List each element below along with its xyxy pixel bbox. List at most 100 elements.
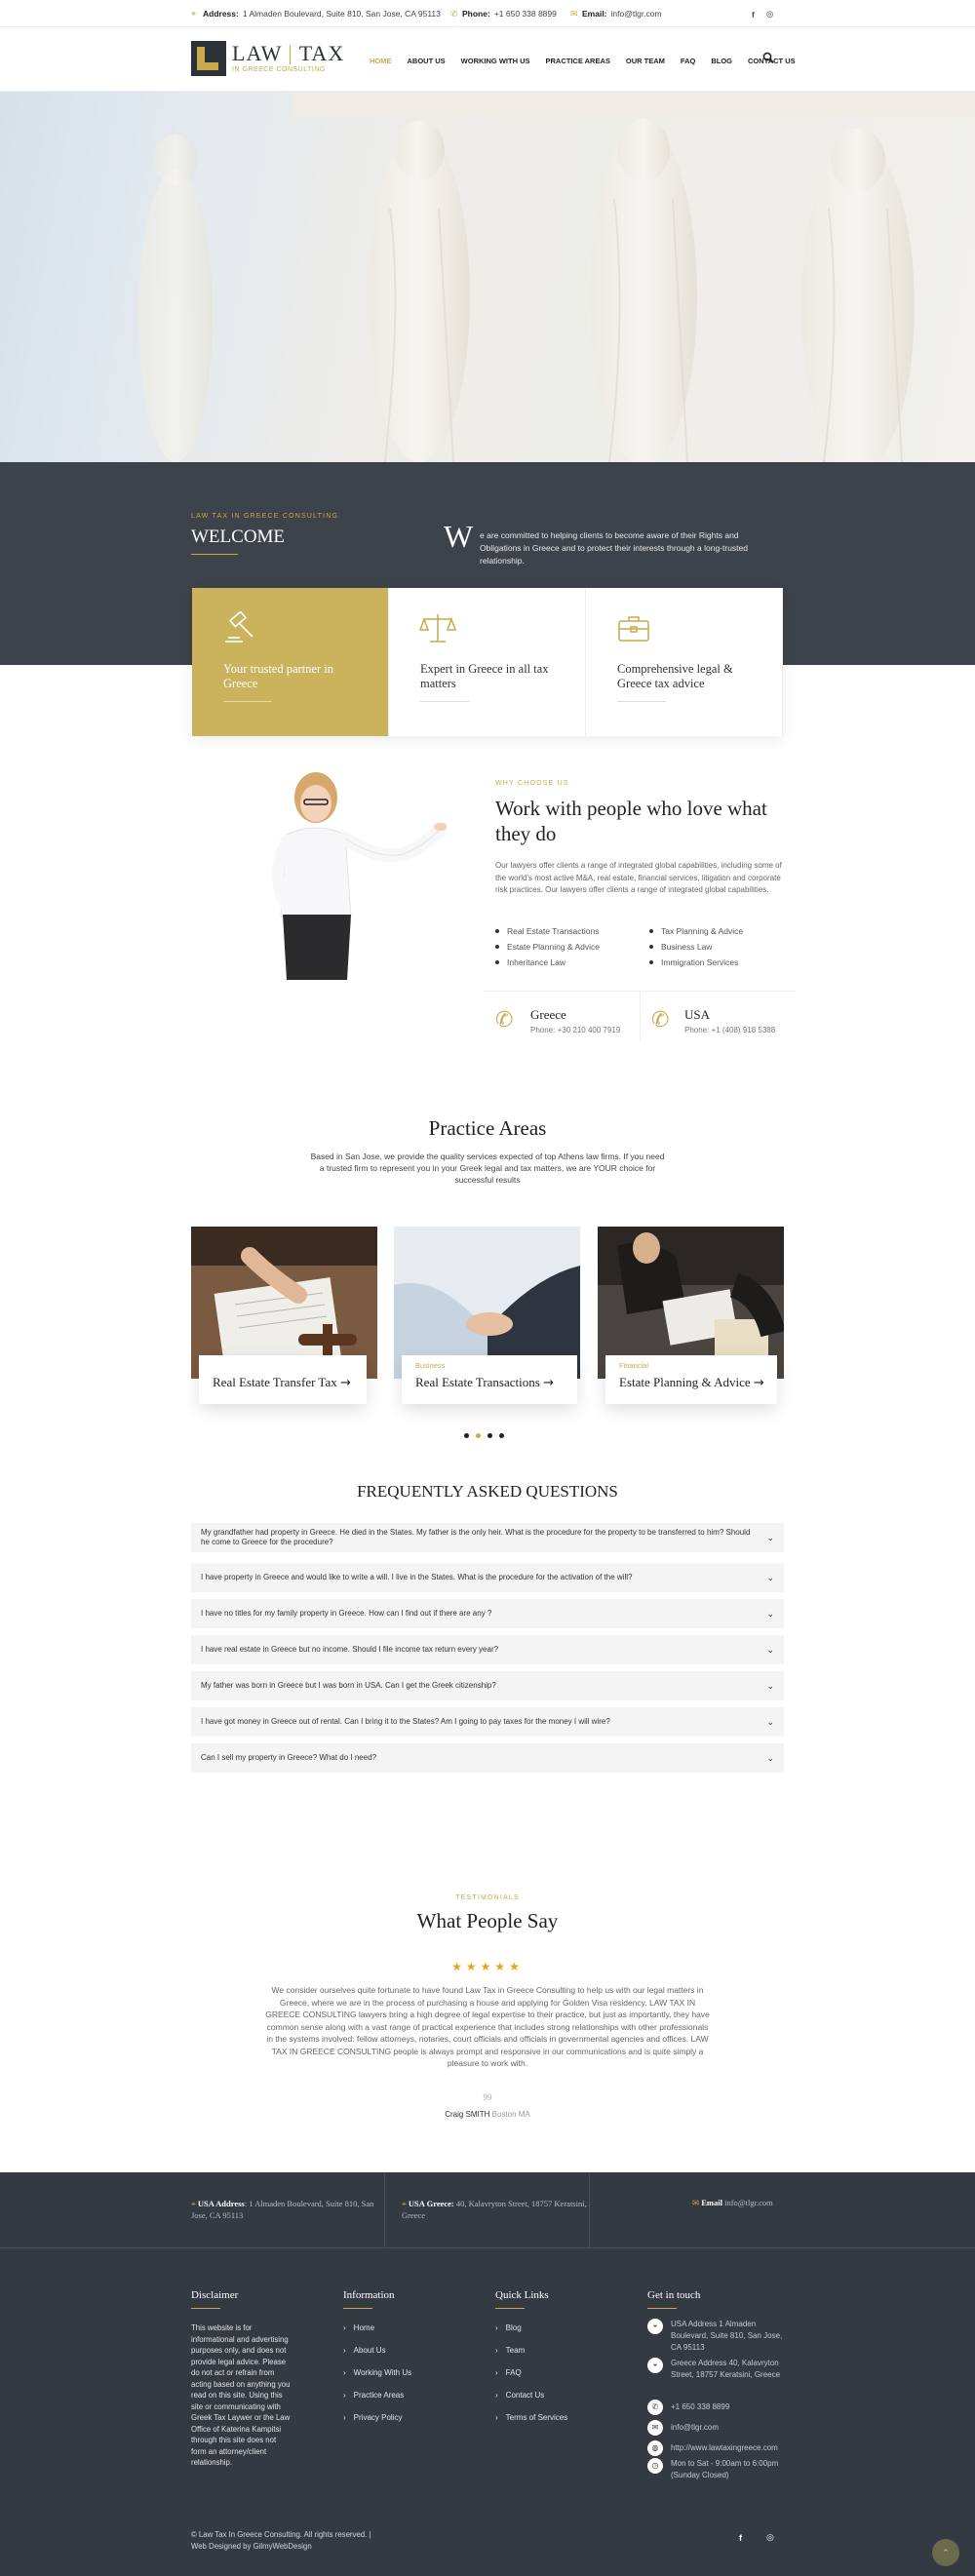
footer-email[interactable]: ✉ Email info@tlgr.com	[692, 2198, 773, 2208]
touch-usa-address: ⌖ USA Address 1 Almaden Boulevard, Suite …	[647, 2319, 794, 2358]
phone-label: Phone:	[462, 9, 490, 19]
why-title: Work with people who love what they do	[495, 797, 767, 845]
chevron-down-icon: ⌄	[766, 1609, 774, 1619]
nav-blog[interactable]: BLOG	[711, 57, 732, 65]
instagram-icon[interactable]: ◎	[766, 9, 773, 20]
nav-practice-areas[interactable]: PRACTICE AREAS	[546, 57, 610, 65]
touch-website[interactable]: ◍ http://www.lawtaxingreece.com	[647, 2438, 794, 2458]
faq-title: FREQUENTLY ASKED QUESTIONS	[357, 1482, 618, 1501]
why-contacts: ✆ Greece Phone: +30 210 400 7919 ✆ USA P…	[484, 991, 796, 1042]
logo-tagline: IN GREECE CONSULTING	[232, 66, 326, 73]
contact-phone[interactable]: Phone: +30 210 400 7919	[530, 1026, 620, 1034]
practice-card-transactions[interactable]: Business Real Estate Transactions →	[402, 1355, 577, 1404]
globe-icon: ◍	[647, 2439, 663, 2456]
arrow-right-icon: →	[753, 1376, 764, 1390]
caryatids-image	[0, 92, 975, 462]
carousel-dot[interactable]	[464, 1433, 469, 1438]
location-icon: ⌖	[647, 2319, 663, 2334]
bullet-item: Estate Planning & Advice	[495, 942, 600, 957]
feature-card-advice[interactable]: Comprehensive legal & Greece tax advice	[586, 588, 783, 736]
why-bullets-left: Real Estate Transactions Estate Planning…	[495, 926, 600, 973]
contact-title: Greece	[530, 1007, 566, 1022]
chevron-down-icon: ⌄	[766, 1681, 774, 1691]
instagram-icon[interactable]: ◎	[766, 2532, 774, 2543]
practice-name: Real Estate Transactions →	[415, 1375, 554, 1390]
email-icon: ✉	[570, 9, 578, 19]
bullet-item: Immigration Services	[649, 957, 743, 973]
faq-item[interactable]: I have got money in Greece out of rental…	[191, 1707, 784, 1737]
logo-wordmark[interactable]: LAW | TAX	[232, 41, 344, 66]
carousel-dots	[464, 1433, 504, 1438]
facebook-icon[interactable]: f	[752, 10, 755, 20]
footer-link[interactable]: › Blog	[495, 2317, 612, 2339]
facebook-icon[interactable]: f	[739, 2533, 742, 2543]
bullet-item: Business Law	[649, 942, 743, 957]
touch-email[interactable]: ✉ info@tlgr.com	[647, 2417, 794, 2438]
why-bullets-right: Tax Planning & Advice Business Law Immig…	[649, 926, 743, 973]
location-icon: ⌖	[191, 2199, 196, 2208]
footer-link[interactable]: › Contact Us	[495, 2384, 612, 2406]
feature-card-expert[interactable]: Expert in Greece in all tax matters	[389, 588, 586, 736]
carousel-dot[interactable]	[499, 1433, 504, 1438]
welcome-dropcap: W	[444, 519, 474, 554]
nav-our-team[interactable]: OUR TEAM	[626, 57, 665, 65]
feature-title: Your trusted partner in Greece	[223, 662, 333, 690]
footer-link[interactable]: › Practice Areas	[343, 2384, 460, 2406]
topbar-phone[interactable]: ✆ Phone: +1 650 338 8899	[450, 9, 557, 19]
footer-usa-address: ⌖ USA Address: 1 Almaden Boulevard, Suit…	[191, 2199, 374, 2220]
carousel-dot[interactable]	[488, 1433, 492, 1438]
footer-link[interactable]: › Terms of Services	[495, 2406, 612, 2429]
chevron-down-icon: ⌄	[766, 1573, 774, 1582]
copyright-text: © Law Tax In Greece Consulting. All righ…	[191, 2530, 371, 2551]
touch-greece-address: ⌖ Greece Address 40, Kalavryton Street, 1…	[647, 2358, 794, 2397]
email-value: info@tlgr.com	[610, 9, 662, 19]
welcome-kicker: LAW TAX IN GREECE CONSULTING	[191, 513, 339, 520]
search-icon[interactable]	[762, 52, 774, 63]
email-icon: ✉	[692, 2198, 700, 2207]
faq-item[interactable]: Can I sell my property in Greece? What d…	[191, 1743, 784, 1773]
testimonials-title: What People Say	[416, 1909, 559, 1932]
faq-item[interactable]: I have property in Greece and would like…	[191, 1563, 784, 1592]
footer-link[interactable]: › Privacy Policy	[343, 2406, 460, 2429]
practice-card-estate-planning[interactable]: Financial Estate Planning & Advice →	[605, 1355, 777, 1404]
footer-link[interactable]: › Working With Us	[343, 2361, 460, 2384]
testimonial-quote: We consider ourselves quite fortunate to…	[265, 1985, 710, 2068]
footer-link[interactable]: › FAQ	[495, 2361, 612, 2384]
phone-value: +1 650 338 8899	[493, 9, 557, 19]
feature-card-partner[interactable]: Your trusted partner in Greece	[192, 588, 389, 736]
arrow-right-icon: →	[340, 1376, 351, 1390]
carousel-dot[interactable]	[476, 1433, 481, 1438]
footer-link[interactable]: › Home	[343, 2317, 460, 2339]
contact-phone[interactable]: Phone: +1 (408) 918 5388	[684, 1026, 775, 1034]
star-icon: ★	[480, 1960, 495, 1973]
footer-link[interactable]: › About Us	[343, 2339, 460, 2361]
nav-working-with-us[interactable]: WORKING WITH US	[461, 57, 530, 65]
footer-heading: Quick Links	[495, 2289, 549, 2301]
nav-home[interactable]: HOME	[370, 57, 392, 65]
star-icon: ★	[465, 1960, 481, 1973]
chevron-down-icon: ⌄	[766, 1533, 774, 1542]
nav-about-us[interactable]: ABOUT US	[408, 57, 446, 65]
site-header: LAW | TAX IN GREECE CONSULTING HOME ABOUT …	[0, 27, 975, 92]
logo-mark[interactable]	[191, 41, 226, 76]
practice-name: Estate Planning & Advice →	[619, 1375, 764, 1390]
feature-divider	[420, 701, 469, 702]
hero-image	[0, 92, 975, 462]
testimonial-author: Craig SMITH Boston MA	[445, 2110, 530, 2119]
faq-item[interactable]: My grandfather had property in Greece. H…	[191, 1523, 784, 1552]
feature-title: Comprehensive legal & Greece tax advice	[617, 662, 733, 690]
footer-link[interactable]: › Team	[495, 2339, 612, 2361]
footer-contact-strip: ⌖ USA Address: 1 Almaden Boulevard, Suit…	[0, 2172, 975, 2248]
welcome-underline	[191, 554, 238, 555]
footer-disclaimer: Disclaimer This website is for informati…	[191, 2289, 292, 2469]
address-value: 1 Almaden Boulevard, Suite 810, San Jose…	[242, 9, 441, 19]
faq-item[interactable]: I have no titles for my family property …	[191, 1599, 784, 1628]
back-to-top-button[interactable]: ⌃	[932, 2539, 959, 2566]
topbar-email[interactable]: ✉ Email: info@tlgr.com	[570, 9, 662, 19]
nav-faq[interactable]: FAQ	[681, 57, 695, 65]
footer-greece-address: ⌖ USA Greece: 40, Kalavryton Street, 187…	[402, 2199, 587, 2220]
faq-item[interactable]: My father was born in Greece but I was b…	[191, 1671, 784, 1700]
touch-phone[interactable]: ✆ +1 650 338 8899	[647, 2397, 794, 2417]
practice-card-transfer-tax[interactable]: Real Estate Transfer Tax →	[199, 1355, 367, 1404]
faq-item[interactable]: I have real estate in Greece but no inco…	[191, 1635, 784, 1664]
